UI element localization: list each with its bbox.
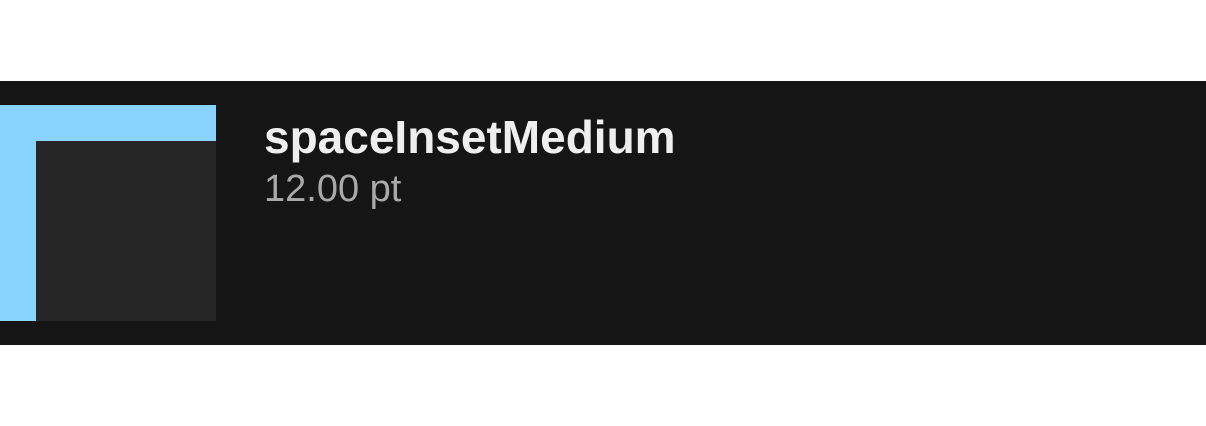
inset-content-block — [36, 141, 216, 321]
spacing-token-row: spaceInsetMedium 12.00 pt — [0, 81, 1206, 345]
token-name: spaceInsetMedium — [264, 111, 676, 163]
token-value: 12.00 pt — [264, 168, 402, 210]
spacing-swatch — [0, 105, 216, 321]
